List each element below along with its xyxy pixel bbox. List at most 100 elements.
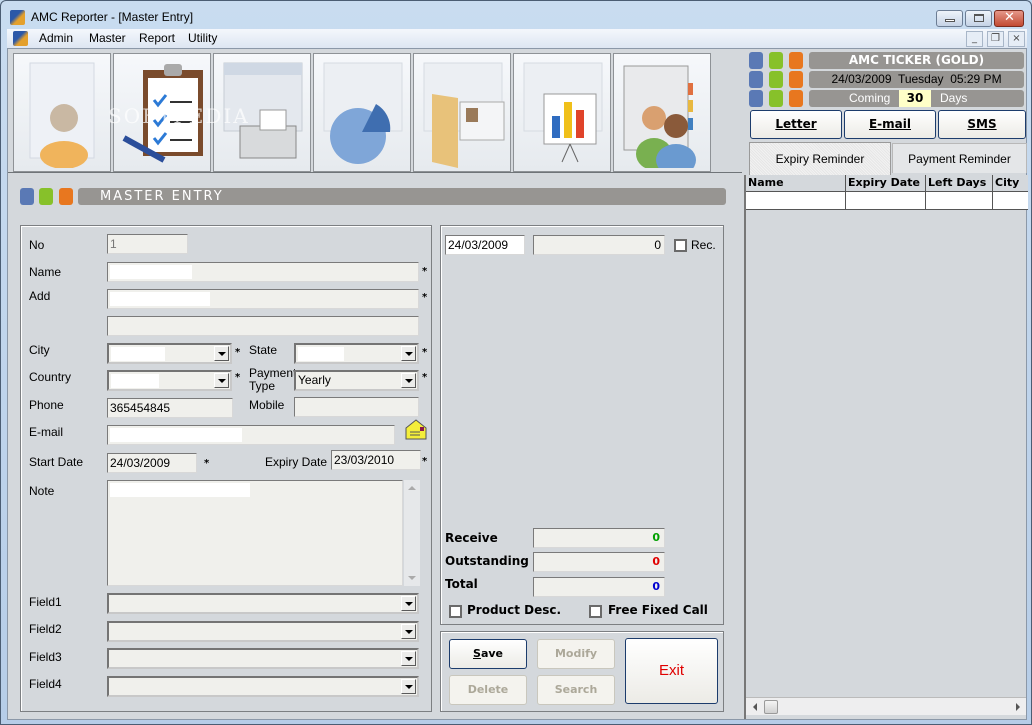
modify-button[interactable]: Modify [537,639,615,669]
city-label: City [29,343,50,357]
phone-field[interactable]: 365454845 [107,398,233,418]
delete-button[interactable]: Delete [449,675,527,705]
exit-button[interactable]: Exit [625,638,718,704]
country-combo[interactable] [107,370,232,391]
letter-button[interactable]: Letter [750,110,842,139]
customer-details-panel: No 1 Name * Add * City * State * Country… [20,225,432,712]
field2-label: Field2 [29,622,62,636]
header-square-blue [20,188,34,205]
mdi-close-button[interactable]: × [1008,31,1025,47]
chevron-down-icon[interactable] [401,679,416,694]
sms-button[interactable]: SMS [938,110,1026,139]
send-email-button[interactable] [405,419,427,440]
payment-date-field[interactable]: 24/03/2009 [445,235,525,255]
field1-label: Field1 [29,595,62,609]
country-label: Country [29,370,72,384]
email-label: E-mail [29,425,64,439]
window-title: AMC Reporter - [Master Entry] [31,10,194,24]
toolbar-folder-button[interactable] [413,53,511,172]
header-square-green [39,188,53,205]
actions-panel: SSaveave Modify Delete Search Exit [440,631,724,712]
scroll-left-icon[interactable] [753,703,757,711]
column-header-left-days[interactable]: Left Days [926,175,993,192]
note-textarea[interactable] [107,480,403,586]
note-scrollbar[interactable] [404,480,420,586]
ticker-coming-bar: Coming 30 Days [809,90,1024,107]
email-field[interactable] [107,425,395,445]
calendar-pie-chart-icon [323,62,403,164]
payment-amount-field[interactable]: 0 [533,235,665,255]
toolbar-contacts-button[interactable] [613,53,711,172]
chevron-down-icon[interactable] [214,346,229,361]
rec-checkbox[interactable] [674,239,687,252]
free-fixed-call-checkbox[interactable] [589,605,602,618]
no-field: 1 [107,234,188,254]
person-notebook-icon [29,62,95,168]
address-label: Add [29,289,51,303]
expiry-date-field[interactable]: 23/03/2010 [331,450,421,470]
chevron-down-icon[interactable] [401,346,416,361]
tab-payment-reminder[interactable]: Payment Reminder [892,143,1027,173]
email-button[interactable]: E-mail [844,110,936,139]
ticker-square-blue-2 [749,71,763,88]
chevron-down-icon[interactable] [401,596,416,611]
mobile-field[interactable] [294,397,419,417]
client-area: SOFTPEDIA MASTER ENTRY No 1 Name * Add *… [7,48,1028,720]
outstanding-label: Outstanding [445,554,529,568]
horizontal-scrollbar[interactable] [746,697,1026,715]
column-header-city[interactable]: City [993,175,1028,192]
field4-combo[interactable] [107,676,419,697]
menu-report[interactable]: Report [139,31,175,45]
scroll-up-icon[interactable] [408,486,416,490]
toolbar-presentation-button[interactable] [513,53,611,172]
menu-utility[interactable]: Utility [188,31,217,45]
address-required-mark: * [422,292,428,303]
menu-master[interactable]: Master [89,31,126,45]
mobile-label: Mobile [249,398,285,412]
address-line2-field[interactable] [107,316,419,336]
master-entry-header: MASTER ENTRY [78,188,726,205]
column-header-name[interactable]: Name [746,175,846,192]
column-header-expiry-date[interactable]: Expiry Date [846,175,926,192]
chevron-down-icon[interactable] [401,651,416,666]
product-desc-checkbox[interactable] [449,605,462,618]
chevron-down-icon[interactable] [401,373,416,388]
mdi-restore-button[interactable]: ❐ [987,31,1004,47]
state-combo[interactable] [294,343,419,364]
table-row-cell[interactable] [746,192,846,210]
address-line1-field[interactable] [107,289,419,309]
name-field[interactable] [107,262,419,282]
menu-admin[interactable]: Admin [39,31,73,45]
toolbar-chart-button[interactable] [313,53,411,172]
field1-combo[interactable] [107,593,419,614]
city-combo[interactable] [107,343,232,364]
field3-combo[interactable] [107,648,419,669]
maximize-icon [974,14,984,22]
save-button[interactable]: SSaveave [449,639,527,669]
scroll-right-icon[interactable] [1016,703,1020,711]
menu-bar: Admin Master Report Utility [7,29,1027,48]
scroll-down-icon[interactable] [408,576,416,580]
ticker-square-green-2 [769,71,783,88]
search-button[interactable]: Search [537,675,615,705]
payment-type-combo[interactable]: Yearly [294,370,419,391]
ticker-square-blue-1 [749,52,763,69]
table-row-cell[interactable] [993,192,1028,210]
receive-value: 0 [533,528,665,548]
mdi-minimize-button[interactable]: _ [966,31,983,47]
start-date-field[interactable]: 24/03/2009 [107,453,197,473]
toolbar-customer-button[interactable] [13,53,111,172]
table-row-cell[interactable] [926,192,993,210]
tab-expiry-reminder[interactable]: Expiry Reminder [749,142,891,175]
maximize-button[interactable] [965,10,992,27]
scrollbar-thumb[interactable] [764,700,778,714]
minimize-button[interactable] [936,10,963,27]
field2-combo[interactable] [107,621,419,642]
expiry-date-label: Expiry Date [265,455,328,469]
field3-label: Field3 [29,650,62,664]
table-row-cell[interactable] [846,192,926,210]
close-button[interactable]: ✕ [994,10,1024,27]
chevron-down-icon[interactable] [214,373,229,388]
outstanding-value: 0 [533,552,665,572]
chevron-down-icon[interactable] [401,624,416,639]
